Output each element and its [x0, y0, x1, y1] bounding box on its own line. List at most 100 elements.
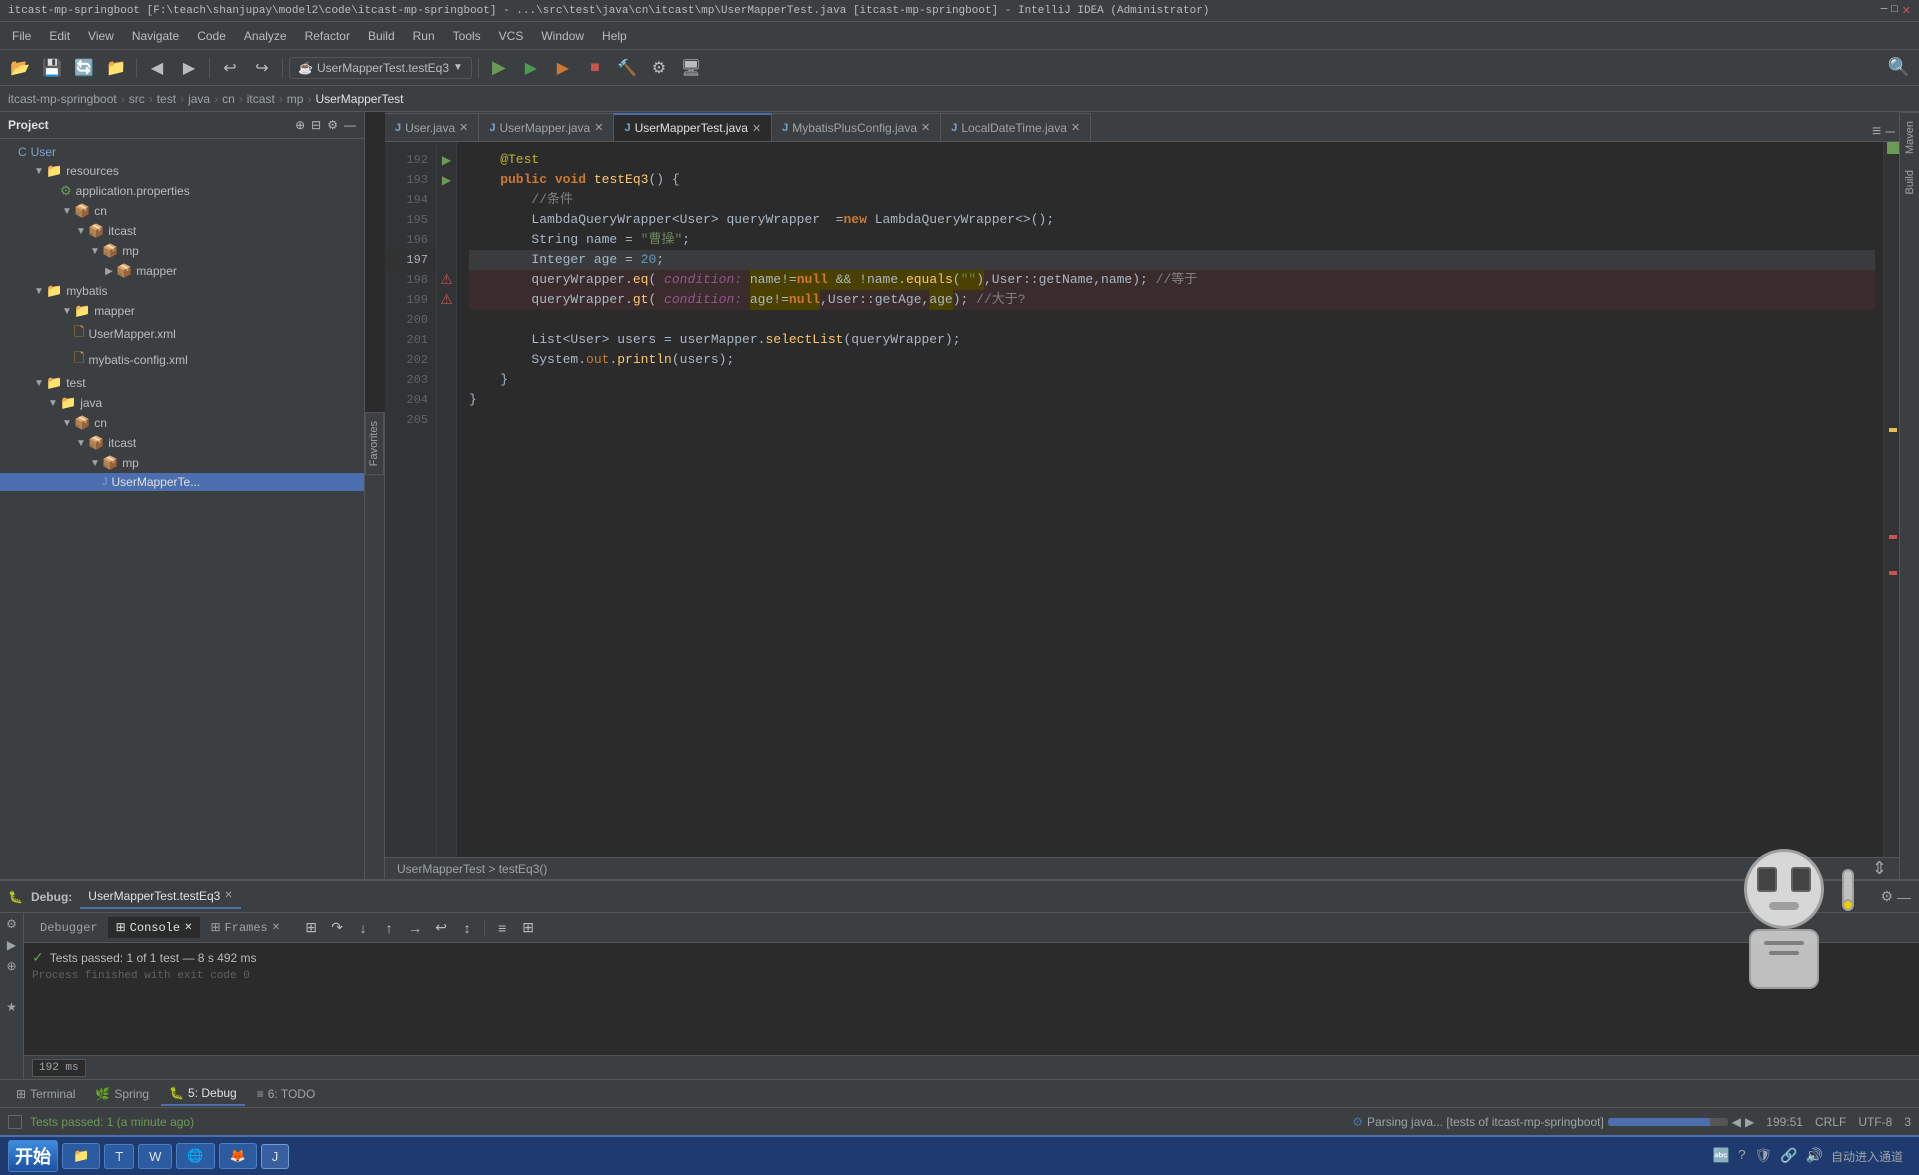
- close-btn[interactable]: ✕: [1902, 4, 1911, 18]
- tab-usermapper-close[interactable]: ✕: [594, 121, 603, 134]
- tree-item-itcast-res[interactable]: ▼ 📦 itcast: [0, 221, 364, 241]
- tree-item-mybatis[interactable]: ▼ 📁 mybatis: [0, 281, 364, 301]
- tree-item-itcast-test[interactable]: ▼ 📦 itcast: [0, 433, 364, 453]
- debug-minimize-icon[interactable]: —: [1897, 889, 1911, 905]
- menu-item-code[interactable]: Code: [189, 26, 234, 46]
- progress-nav-right[interactable]: ▶: [1745, 1115, 1754, 1129]
- encoding[interactable]: UTF-8: [1858, 1115, 1892, 1129]
- coverage-btn[interactable]: ▶: [517, 54, 545, 82]
- breadcrumb-itcast[interactable]: itcast: [247, 92, 275, 106]
- stop-btn[interactable]: ■: [581, 54, 609, 82]
- scroll-icon[interactable]: ⇕: [1872, 858, 1887, 879]
- sidebar-close-icon[interactable]: —: [344, 118, 356, 132]
- debug-run-btn[interactable]: ▶: [549, 54, 577, 82]
- search-everywhere-btn[interactable]: 🔍: [1885, 54, 1913, 82]
- menu-item-analyze[interactable]: Analyze: [236, 26, 295, 46]
- breadcrumb-java[interactable]: java: [188, 92, 210, 106]
- menu-item-file[interactable]: File: [4, 26, 39, 46]
- debug-panel-icon-4[interactable]: ★: [6, 1000, 17, 1015]
- console-tab[interactable]: ⊞ Console ✕: [108, 917, 201, 938]
- debug-panel-icon-1[interactable]: ⚙: [6, 917, 17, 932]
- debugger-tab[interactable]: Debugger: [32, 918, 106, 938]
- tree-item-app-props[interactable]: ⚙ application.properties: [0, 181, 364, 201]
- tree-item-mapper-folder[interactable]: ▼ 📁 mapper: [0, 301, 364, 321]
- console-tab-close[interactable]: ✕: [184, 922, 192, 934]
- breadcrumb-test[interactable]: test: [157, 92, 176, 106]
- run-config-selector[interactable]: ☕ UserMapperTest.testEq3 ▼: [289, 57, 472, 79]
- watches-btn[interactable]: ⊞: [517, 917, 539, 939]
- terminal-btn[interactable]: 🖥: [677, 54, 705, 82]
- todo-tab[interactable]: ≡ 6: TODO: [249, 1083, 324, 1105]
- debug-bottom-tab[interactable]: 🐛 5: Debug: [161, 1082, 245, 1106]
- tree-item-cn-test[interactable]: ▼ 📦 cn: [0, 413, 364, 433]
- editor-collapse[interactable]: —: [1885, 123, 1895, 141]
- tree-item-cn-res[interactable]: ▼ 📦 cn: [0, 201, 364, 221]
- start-button[interactable]: 开始: [8, 1140, 58, 1172]
- sidebar-add-icon[interactable]: ⊕: [295, 118, 305, 132]
- build-btn[interactable]: 🔨: [613, 54, 641, 82]
- tab-user[interactable]: J User.java ✕: [385, 113, 479, 141]
- menu-item-window[interactable]: Window: [533, 26, 592, 46]
- back-btn[interactable]: ◀: [143, 54, 171, 82]
- tree-item-resources[interactable]: ▼ 📁 resources: [0, 161, 364, 181]
- taskbar-idea[interactable]: J: [261, 1144, 290, 1169]
- step-into-btn[interactable]: ↓: [352, 917, 374, 939]
- tab-usermapper[interactable]: J UserMapper.java ✕: [479, 113, 614, 141]
- evaluate-btn[interactable]: ↩: [430, 917, 452, 939]
- sidebar-settings-icon[interactable]: ⚙: [327, 118, 338, 132]
- taskbar-word[interactable]: W: [138, 1144, 172, 1169]
- tab-user-close[interactable]: ✕: [459, 121, 468, 134]
- tree-item-mp-test[interactable]: ▼ 📦 mp: [0, 453, 364, 473]
- redo-btn[interactable]: ↪: [248, 54, 276, 82]
- frames-tab[interactable]: ⊞ Frames ✕: [202, 917, 288, 938]
- folder-btn[interactable]: 📁: [102, 54, 130, 82]
- expand-all-btn[interactable]: ⊞: [300, 917, 322, 939]
- debug-panel-icon-3[interactable]: ⊕: [6, 959, 16, 974]
- variables-btn[interactable]: ≡: [491, 917, 513, 939]
- run-gutter-193[interactable]: ▶: [442, 173, 451, 188]
- debug-session-close[interactable]: ✕: [224, 890, 232, 901]
- tab-localdatetime-close[interactable]: ✕: [1071, 121, 1080, 134]
- forward-btn[interactable]: ▶: [175, 54, 203, 82]
- breadcrumb-root[interactable]: itcast-mp-springboot: [8, 92, 117, 106]
- taskbar-volume[interactable]: 🔊: [1806, 1148, 1823, 1165]
- breadcrumb-cn[interactable]: cn: [222, 92, 235, 106]
- taskbar-t[interactable]: T: [104, 1144, 134, 1169]
- tab-usermappertest-close[interactable]: ✕: [752, 122, 761, 135]
- progress-nav-left[interactable]: ◀: [1732, 1115, 1741, 1129]
- tab-localdatetime[interactable]: J LocalDateTime.java ✕: [941, 113, 1091, 141]
- debug-session-tab[interactable]: UserMapperTest.testEq3 ✕: [80, 885, 240, 909]
- undo-btn[interactable]: ↩: [216, 54, 244, 82]
- editor-tab-settings[interactable]: ≡: [1872, 123, 1882, 141]
- save-btn[interactable]: 💾: [38, 54, 66, 82]
- taskbar-question[interactable]: ?: [1738, 1148, 1746, 1164]
- menu-item-edit[interactable]: Edit: [41, 26, 78, 46]
- menu-item-run[interactable]: Run: [405, 26, 443, 46]
- sync-btn[interactable]: 🔄: [70, 54, 98, 82]
- spring-tab[interactable]: 🌿 Spring: [87, 1083, 157, 1105]
- taskbar-explorer[interactable]: 📁: [62, 1143, 100, 1169]
- debug-panel-icon-2[interactable]: ▶: [7, 938, 16, 953]
- maven-tab[interactable]: Maven: [1901, 112, 1919, 162]
- settings-btn[interactable]: ⚙: [645, 54, 673, 82]
- menu-item-refactor[interactable]: Refactor: [297, 26, 358, 46]
- tab-mybatisconfig-close[interactable]: ✕: [921, 121, 930, 134]
- menu-item-view[interactable]: View: [80, 26, 122, 46]
- line-ending[interactable]: CRLF: [1815, 1115, 1846, 1129]
- tree-item-user[interactable]: C User: [0, 143, 364, 161]
- tree-item-mp-res[interactable]: ▼ 📦 mp: [0, 241, 364, 261]
- step-over-btn[interactable]: ↷: [326, 917, 348, 939]
- minimize-btn[interactable]: ─: [1881, 4, 1888, 18]
- sidebar-collapse-icon[interactable]: ⊟: [311, 118, 321, 132]
- tree-item-mybatis-config[interactable]: 🗋 mybatis-config.xml: [0, 347, 364, 373]
- menu-item-navigate[interactable]: Navigate: [124, 26, 187, 46]
- menu-item-tools[interactable]: Tools: [445, 26, 489, 46]
- tree-item-test[interactable]: ▼ 📁 test: [0, 373, 364, 393]
- taskbar-chrome[interactable]: 🌐: [176, 1143, 214, 1169]
- favorites-tab[interactable]: Favorites: [365, 412, 384, 475]
- build-tab[interactable]: Build: [1901, 162, 1919, 202]
- status-checkbox[interactable]: [8, 1115, 22, 1129]
- debug-settings-icon[interactable]: ⚙: [1880, 888, 1893, 905]
- taskbar-fox[interactable]: 🦊: [219, 1143, 257, 1169]
- run-to-cursor-btn[interactable]: →: [404, 917, 426, 939]
